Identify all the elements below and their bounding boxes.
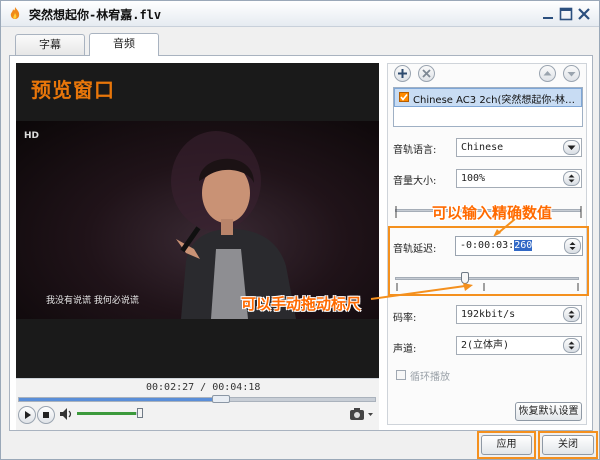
seek-bar[interactable] — [18, 397, 376, 402]
volume-handle[interactable] — [137, 408, 143, 418]
minimize-icon[interactable] — [540, 6, 556, 22]
window-title: 突然想起你-林宥嘉.flv — [29, 8, 162, 22]
loop-label: 循环播放 — [410, 372, 450, 383]
video-subtitle: 我没有说谎 我何必说谎 — [46, 296, 139, 306]
close-button[interactable]: 关闭 — [542, 435, 594, 455]
volume-value: 100% — [461, 173, 486, 184]
stop-icon — [43, 412, 49, 418]
move-down-button[interactable] — [563, 65, 580, 82]
dialog-window: 突然想起你-林宥嘉.flv 字幕 音频 预览窗口 HD 我没有说谎 我何必说谎 — [0, 0, 600, 460]
flame-icon — [10, 7, 20, 19]
audio-track-name: Chinese AC3 2ch(突然想起你-林宥嘉.flv) — [413, 95, 579, 106]
spinner-icon[interactable] — [563, 171, 580, 186]
stop-button[interactable] — [37, 406, 55, 424]
move-up-button[interactable] — [539, 65, 556, 82]
delay-selected-value: 260 — [514, 240, 533, 251]
speaker-icon[interactable] — [59, 407, 73, 421]
apply-button[interactable]: 应用 — [481, 435, 532, 455]
title-bar[interactable]: 突然想起你-林宥嘉.flv — [1, 1, 599, 27]
restore-defaults-button[interactable]: 恢复默认设置 — [515, 402, 582, 421]
loop-checkbox[interactable] — [396, 370, 406, 380]
channel-select[interactable]: 2(立体声) — [456, 336, 582, 355]
delay-input[interactable]: -0:00:03:260 — [455, 236, 583, 256]
video-frame[interactable]: HD 我没有说谎 我何必说谎 — [16, 121, 379, 319]
delay-label: 音轨延迟: — [393, 244, 437, 255]
singer-image — [171, 131, 296, 319]
channel-value: 2(立体声) — [461, 340, 510, 351]
bitrate-label: 码率: — [393, 313, 417, 324]
channel-label: 声道: — [393, 344, 417, 355]
close-icon[interactable] — [576, 6, 592, 22]
camera-icon[interactable] — [349, 407, 375, 421]
volume-slider[interactable] — [77, 412, 141, 415]
volume-label: 音量大小: — [393, 176, 437, 187]
seek-progress — [19, 398, 222, 401]
play-button[interactable] — [18, 406, 36, 424]
maximize-icon[interactable] — [558, 6, 574, 22]
drag-hint-annotation: 可以手动拖动标尺 — [241, 295, 362, 313]
volume-input[interactable]: 100% — [456, 169, 582, 188]
add-track-button[interactable] — [394, 65, 411, 82]
plus-icon — [398, 69, 407, 78]
bitrate-select[interactable]: 192kbit/s — [456, 305, 582, 324]
time-display: 00:02:27 / 00:04:18 — [146, 382, 261, 393]
play-icon — [25, 411, 31, 419]
preview-label: 预览窗口 — [31, 78, 115, 102]
tab-subtitle[interactable]: 字幕 — [15, 34, 85, 56]
check-icon — [400, 94, 408, 101]
spinner-icon — [563, 307, 580, 322]
chevron-down-icon — [563, 140, 580, 155]
arrow-up-icon — [543, 71, 552, 76]
language-select[interactable]: Chinese — [456, 138, 582, 157]
tab-audio[interactable]: 音频 — [89, 33, 159, 56]
seek-handle[interactable] — [211, 395, 230, 403]
volume-level — [77, 412, 136, 415]
x-icon — [422, 69, 431, 78]
arrow-down-icon — [567, 72, 576, 77]
drag-arrow-icon — [370, 283, 473, 300]
bitrate-value: 192kbit/s — [461, 309, 516, 320]
language-value: Chinese — [461, 142, 504, 153]
spinner-icon — [563, 338, 580, 353]
track-checkbox[interactable] — [399, 92, 409, 102]
delay-prefix: -0:00:03: — [460, 240, 515, 251]
spinner-icon[interactable] — [564, 238, 581, 254]
remove-track-button[interactable] — [418, 65, 435, 82]
language-label: 音轨语言: — [393, 145, 437, 156]
